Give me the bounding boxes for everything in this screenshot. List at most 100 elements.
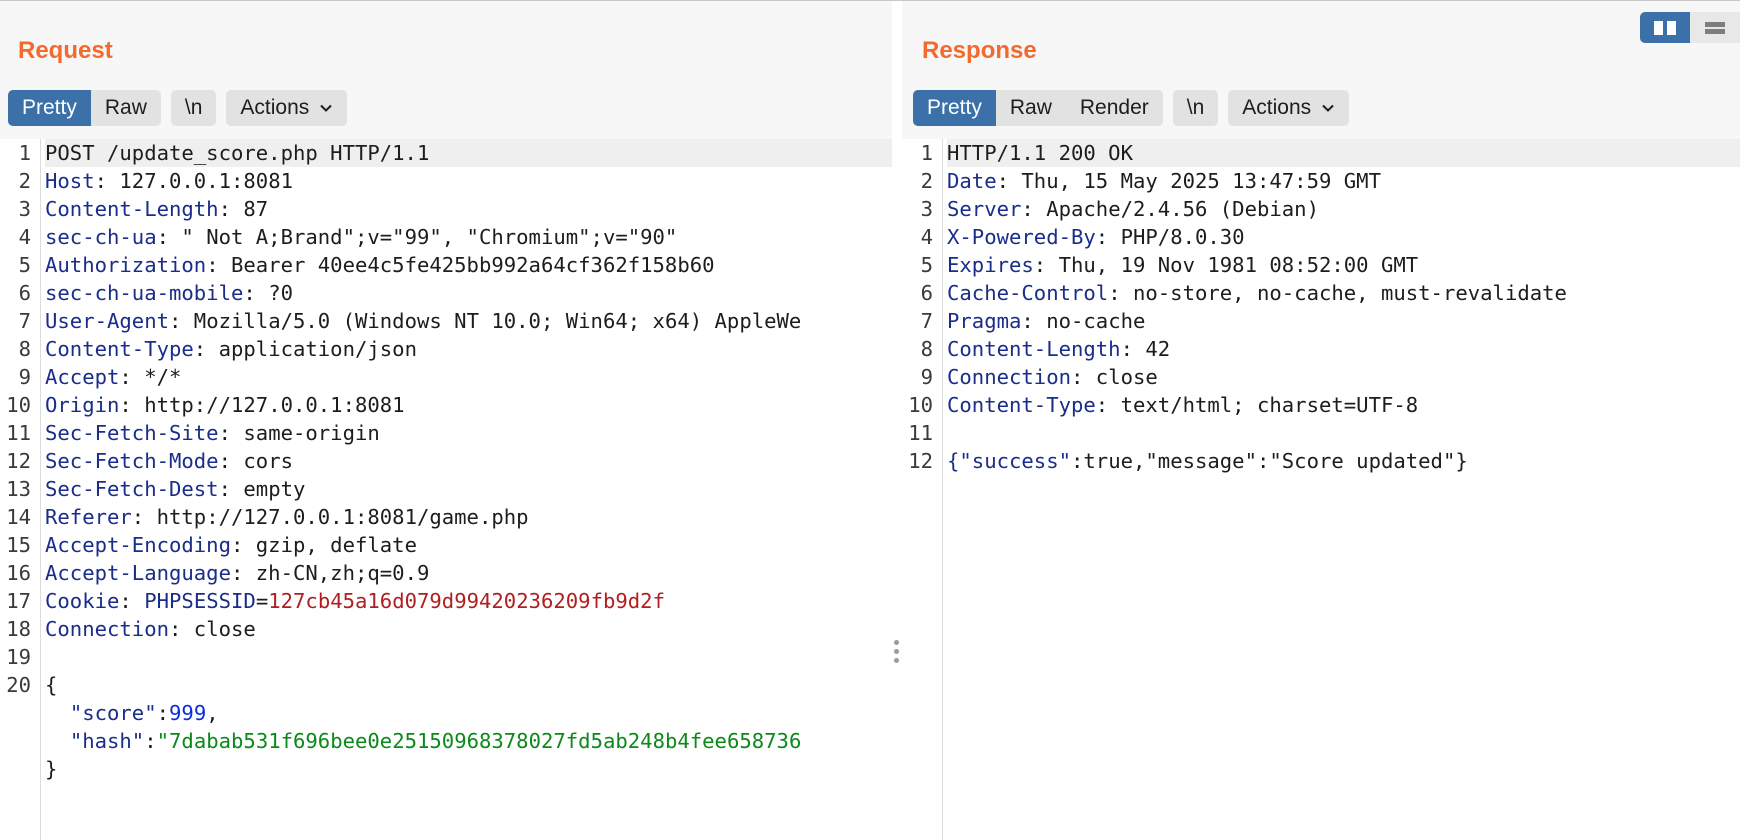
header-value: : 42 [1120,337,1171,361]
header-key: Accept-Language [45,561,231,585]
header-key: Cache-Control [947,281,1109,305]
vertical-dots-icon[interactable] [893,640,899,670]
request-editor[interactable]: 1 POST /update_score.php HTTP/1.1 2 Host: 1… [0,139,892,840]
actions-button[interactable]: Actions [226,90,348,126]
line-number: 3 [920,197,933,221]
header-value: : ?0 [243,281,293,305]
code-line: 13 Sec-Fetch-Dest: empty [0,475,892,503]
line-content: Expires: Thu, 19 Nov 1981 08:52:00 GMT [947,251,1740,279]
response-pane: Response Pretty Raw Render \n Actions 1H… [902,1,1740,840]
header-key: Origin [45,393,120,417]
header-value: : Bearer 40ee4c5fe425bb992a64cf362f158b6… [206,253,715,277]
line-number: 2 [920,169,933,193]
line-content: Sec-Fetch-Site: same-origin [45,419,892,447]
line-content: Accept: */* [45,363,892,391]
header-key: Pragma [947,309,1022,333]
header-value: : text/html; charset=UTF-8 [1095,393,1419,417]
response-view-tabs: Pretty Raw Render [913,90,1163,126]
newline-toggle-button[interactable]: \n [1172,90,1219,126]
response-editor[interactable]: 1 HTTP/1.1 200 OK 2 Date: Thu, 15 May 2025 … [902,139,1740,840]
json-key: "hash" [69,729,145,753]
tab-pretty[interactable]: Pretty [913,90,996,126]
split-horizontal-icon[interactable] [1640,12,1690,43]
line-number: 7 [920,309,933,333]
line-number: 14 [6,505,31,529]
json-colon: : [156,701,170,725]
line-content: POST /update_score.php HTTP/1.1 [45,139,892,167]
header-key: sec-ch-ua [45,225,157,249]
header-value: : close [1071,365,1158,389]
code-line: 16 Accept-Language: zh-CN,zh;q=0.9 [0,559,892,587]
code-line: 9 Accept: */* [0,363,892,391]
header-key: Connection [45,617,169,641]
line-content: Host: 127.0.0.1:8081 [45,167,892,195]
layout-toggle [1640,12,1740,43]
header-key: Content-Length [45,197,219,221]
line-number: 7 [18,309,31,333]
code-line: 3 Server: Apache/2.4.56 (Debian) [902,195,1740,223]
code-line: 4 X-Powered-By: PHP/8.0.30 [902,223,1740,251]
code-line: 10 Origin: http://127.0.0.1:8081 [0,391,892,419]
header-key: Sec-Fetch-Mode [45,449,219,473]
header-key: Content-Type [947,393,1096,417]
header-value: : close [169,617,256,641]
request-view-tabs: Pretty Raw [8,90,161,126]
line-number: 4 [920,225,933,249]
header-key: Accept-Encoding [45,533,231,557]
line-number: 18 [6,617,31,641]
header-value: : empty [218,477,306,501]
tab-raw[interactable]: Raw [90,90,161,126]
code-line: 1 POST /update_score.php HTTP/1.1 [0,139,892,167]
line-content: Cookie: PHPSESSID=127cb45a16d079d9942023… [45,587,892,615]
status-line: POST /update_score.php HTTP/1.1 [45,141,430,165]
line-content: Referer: http://127.0.0.1:8081/game.php [45,503,892,531]
header-key: sec-ch-ua-mobile [45,281,244,305]
line-content: { [45,671,892,699]
request-toolbar: Pretty Raw \n Actions [8,90,348,126]
response-title: Response [922,37,1037,64]
header-value: : application/json [193,337,417,361]
header-key: Connection [947,365,1071,389]
line-number: 11 [908,421,933,445]
line-content: Date: Thu, 15 May 2025 13:47:59 GMT [947,167,1740,195]
line-content: Server: Apache/2.4.56 (Debian) [947,195,1740,223]
code-line: 6 sec-ch-ua-mobile: ?0 [0,279,892,307]
code-line: 10 Content-Type: text/html; charset=UTF-8 [902,391,1740,419]
chevron-down-icon [1322,105,1334,113]
line-number: 11 [6,421,31,445]
header-value: : Thu, 19 Nov 1981 08:52:00 GMT [1033,253,1419,277]
line-number: 12 [6,449,31,473]
line-number: 17 [6,589,31,613]
json-close: } [45,757,58,781]
header-value: :true,"message":"Score updated"} [1071,449,1468,473]
code-line: 7 Pragma: no-cache [902,307,1740,335]
line-content: X-Powered-By: PHP/8.0.30 [947,223,1740,251]
line-content: Pragma: no-cache [947,307,1740,335]
code-line: 6 Cache-Control: no-store, no-cache, must… [902,279,1740,307]
header-key: Content-Length [947,337,1121,361]
header-key: Date [947,169,997,193]
code-line: } [0,755,892,783]
tab-render[interactable]: Render [1065,90,1163,126]
line-content: sec-ch-ua-mobile: ?0 [45,279,892,307]
code-line: 15 Accept-Encoding: gzip, deflate [0,531,892,559]
line-content: Content-Type: text/html; charset=UTF-8 [947,391,1740,419]
header-key: Accept [45,365,120,389]
header-key: X-Powered-By [947,225,1096,249]
header-value: : Mozilla/5.0 (Windows NT 10.0; Win64; x… [169,309,802,333]
line-number: 4 [18,225,31,249]
line-number: 8 [18,337,31,361]
response-toolbar: Pretty Raw Render \n Actions [913,90,1350,126]
line-number: 15 [6,533,31,557]
json-colon: : [144,729,157,753]
tab-raw[interactable]: Raw [995,90,1066,126]
line-content: {"success":true,"message":"Score updated… [947,447,1740,475]
newline-toggle-button[interactable]: \n [170,90,217,126]
code-line: 7 User-Agent: Mozilla/5.0 (Windows NT 10.… [0,307,892,335]
actions-button[interactable]: Actions [1228,90,1350,126]
line-content: Sec-Fetch-Mode: cors [45,447,892,475]
tab-pretty[interactable]: Pretty [8,90,91,126]
split-vertical-icon[interactable] [1690,12,1740,43]
